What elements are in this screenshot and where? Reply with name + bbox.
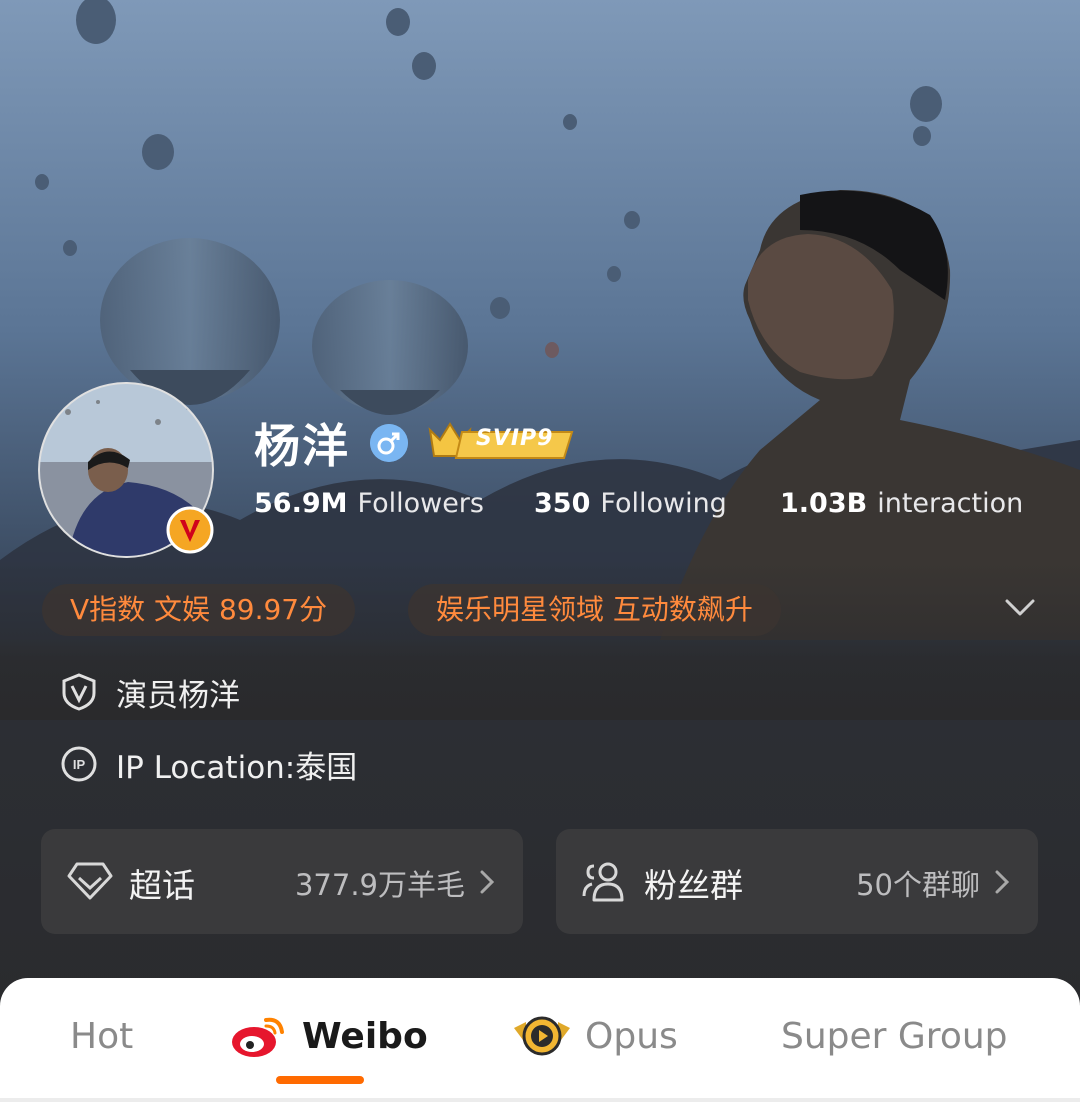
stat-value: 56.9M [254, 488, 348, 519]
verified-shield-icon [62, 673, 96, 711]
weibo-logo-icon [232, 1017, 284, 1057]
stat-label: interaction [877, 488, 1024, 519]
profile-tab-bar: Hot Weibo Opus Super Group [0, 978, 1080, 1102]
tab-hot[interactable]: Hot [70, 1016, 133, 1057]
verified-title: 演员杨洋 [116, 677, 240, 714]
chevron-right-icon [480, 870, 495, 894]
gender-male-icon [370, 424, 408, 462]
stat-interaction[interactable]: 1.03B interaction [780, 488, 1023, 519]
card-value: 50个群聊 [856, 868, 980, 902]
svip-badge[interactable]: SVIP9 [426, 416, 574, 464]
trend-chip[interactable]: 娱乐明星领域 互动数飙升 [408, 584, 781, 636]
card-value: 377.9万羊毛 [294, 868, 465, 902]
tab-opus[interactable]: Opus [585, 1016, 678, 1057]
card-label: 超话 [129, 866, 195, 905]
tab-super-group[interactable]: Super Group [781, 1016, 1008, 1057]
tab-bar-divider [0, 1098, 1080, 1102]
v-index-chip[interactable]: V指数 文娱 89.97分 [42, 584, 356, 636]
stat-label: Followers [357, 488, 484, 519]
super-topic-card[interactable]: 超话 377.9万羊毛 [41, 829, 523, 934]
stat-followers[interactable]: 56.9M Followers [254, 488, 484, 519]
stat-following[interactable]: 350 Following [534, 488, 727, 519]
profile-name: 杨洋 [254, 419, 350, 473]
tab-weibo[interactable]: Weibo [302, 1016, 428, 1057]
stat-value: 350 [534, 488, 591, 519]
vip-v-badge-icon [166, 506, 214, 554]
svip-label: SVIP9 [476, 426, 554, 451]
users-icon [582, 862, 624, 902]
stat-label: Following [600, 488, 727, 519]
chevron-down-icon[interactable] [1004, 596, 1036, 620]
ip-location: IP Location:泰国 [116, 749, 358, 786]
opus-icon [514, 1016, 570, 1056]
active-tab-indicator [276, 1076, 364, 1084]
ip-location-info: IP IP Location:泰国 [60, 742, 357, 786]
verified-info: 演员杨洋 [60, 670, 240, 714]
svg-text:IP: IP [73, 757, 86, 772]
diamond-icon [67, 862, 113, 900]
card-label: 粉丝群 [644, 866, 743, 905]
fan-group-card[interactable]: 粉丝群 50个群聊 [556, 829, 1038, 934]
chevron-right-icon [995, 870, 1010, 894]
ip-icon: IP [61, 746, 97, 782]
stat-value: 1.03B [780, 488, 868, 519]
